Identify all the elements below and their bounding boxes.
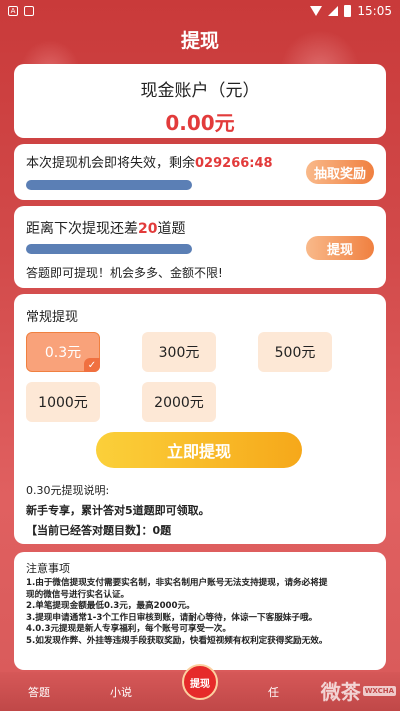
- note-item: 4.0.3元提现是新人专享福利，每个账号可享受一次。: [26, 624, 231, 634]
- amount-label: 0.3元: [44, 345, 82, 361]
- status-bar: A 15:05: [0, 0, 400, 22]
- check-icon: ✓: [84, 358, 100, 372]
- nav-novel[interactable]: 小说: [110, 684, 132, 700]
- remaining-text: 距离下次提现还差20道题: [26, 218, 185, 238]
- withdraw-now-button[interactable]: 立即提现: [96, 432, 302, 468]
- note-item: 1.由于微信提现支付需要实名制，非实名制用户账号无法支持提现，请务必将提: [26, 578, 328, 588]
- newbie-info: 新手专享，累计答对5道题即可领取。: [26, 504, 210, 517]
- next-withdraw-card: 距离下次提现还差20道题 提现 答题即可提现！机会多多、金额不限!: [14, 206, 386, 288]
- account-balance: 0.00元: [165, 111, 235, 135]
- remaining-suffix: 道题: [157, 221, 186, 237]
- note-item: 5.如发现作弊、外挂等违规手段获取奖励，快看短视频有权利定获得奖励无效。: [26, 635, 328, 646]
- cash-account-card: 现金账户（元） 0.00元: [14, 64, 386, 138]
- countdown-timer: 029266:48: [195, 156, 273, 171]
- watermark-text: 微茶: [320, 680, 361, 704]
- remaining-count: 20: [138, 221, 158, 237]
- amount-option-0.3[interactable]: 0.3元 ✓: [26, 332, 100, 372]
- amount-label: 500元: [274, 345, 316, 361]
- nav-withdraw[interactable]: 提现: [182, 664, 218, 700]
- notes-card: 注意事项 1.由于微信提现支付需要实名制，非实名制用户账号无法支持提现，请务必将…: [14, 552, 386, 670]
- account-label: 现金账户（元）: [140, 81, 260, 101]
- remaining-progress-bar: [26, 244, 192, 254]
- nav-answer[interactable]: 答题: [28, 684, 50, 700]
- amount-label: 1000元: [38, 395, 88, 411]
- amount-label: 2000元: [154, 395, 204, 411]
- regular-withdraw-card: 常规提现 0.3元 ✓ 300元 500元 1000元 2000元 立即提现 0…: [14, 294, 386, 544]
- remaining-note: 答题即可提现！机会多多、金额不限!: [26, 266, 223, 280]
- notes-title: 注意事项: [26, 562, 70, 575]
- withdraw-small-button[interactable]: 提现: [306, 236, 374, 260]
- note-item: 3.提现申请通常1-3个工作日审核到账，请耐心等待，体谅一下客服妹子哦。: [26, 612, 318, 623]
- countdown-card: 本次提现机会即将失效，剩余029266:48 抽取奖励: [14, 144, 386, 200]
- draw-reward-button[interactable]: 抽取奖励: [306, 160, 374, 184]
- watermark: 微茶 WXCHA: [321, 676, 396, 705]
- clock: 15:05: [357, 4, 392, 18]
- regular-withdraw-title: 常规提现: [26, 310, 79, 325]
- amount-option-500[interactable]: 500元: [258, 332, 332, 372]
- notes-list: 1.由于微信提现支付需要实名制，非实名制用户账号无法支持提现，请务必将提 现的微…: [26, 578, 378, 647]
- nav-task[interactable]: 任: [268, 684, 279, 700]
- watermark-tag: WXCHA: [362, 685, 396, 696]
- withdraw-info-title: 0.30元提现说明:: [26, 484, 110, 497]
- amount-option-2000[interactable]: 2000元: [142, 382, 216, 422]
- notification-a-icon: A: [8, 6, 18, 16]
- countdown-text: 本次提现机会即将失效，剩余029266:48: [26, 152, 273, 171]
- signal-icon: [328, 6, 339, 16]
- remaining-prefix: 距离下次提现还差: [26, 221, 138, 237]
- countdown-progress-bar: [26, 180, 192, 190]
- amount-option-1000[interactable]: 1000元: [26, 382, 100, 422]
- correct-count-info: 【当前已经答对题目数】：0题: [26, 524, 172, 537]
- countdown-prefix: 本次提现机会即将失效，剩余: [26, 156, 196, 171]
- wifi-icon: [310, 6, 323, 16]
- note-item: 2.单笔提现金额最低0.3元，最高2000元。: [26, 601, 195, 611]
- battery-icon: [344, 5, 352, 17]
- page-title: 提现: [180, 30, 219, 52]
- note-item: 现的微信号进行实名认证。: [26, 589, 130, 600]
- sim-card-icon: [24, 6, 34, 16]
- amount-label: 300元: [158, 345, 200, 361]
- amount-option-300[interactable]: 300元: [142, 332, 216, 372]
